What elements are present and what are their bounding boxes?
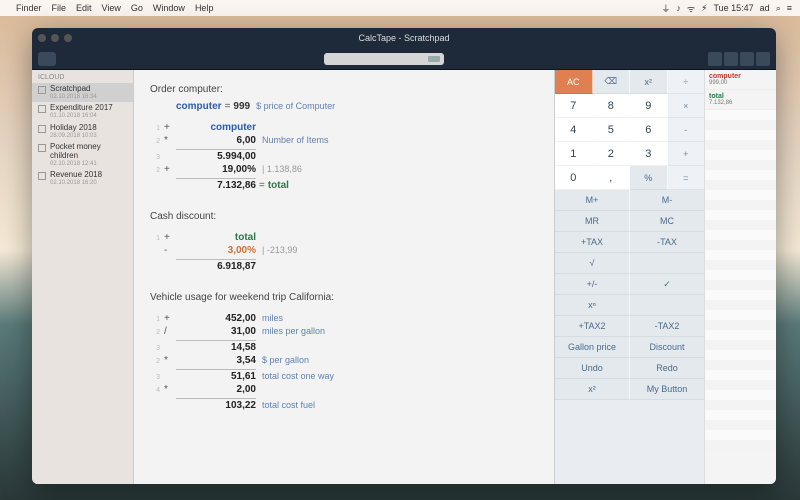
traffic-lights[interactable]: [38, 34, 72, 42]
sidebar-file[interactable]: Scratchpad02.10.2018 16:34: [32, 83, 133, 102]
file-sidebar: ICLOUD Scratchpad02.10.2018 16:34 Expend…: [32, 70, 134, 484]
key-3[interactable]: 3: [630, 142, 668, 166]
toolbar-seg-2[interactable]: [724, 52, 738, 66]
key-4[interactable]: 4: [555, 118, 593, 142]
key-multiply[interactable]: ×: [668, 94, 705, 118]
key-square2[interactable]: x²: [555, 379, 630, 400]
variable-item[interactable]: total7.132,86: [705, 90, 776, 110]
key-square[interactable]: x²: [630, 70, 668, 94]
key-decimal[interactable]: ,: [593, 166, 631, 190]
file-icon: [38, 125, 46, 133]
file-icon: [38, 105, 46, 113]
key-plus[interactable]: +: [668, 142, 705, 166]
calculation-tape[interactable]: Order computer: computer=999$ price of C…: [134, 70, 554, 484]
key-plustax[interactable]: +TAX: [555, 232, 630, 253]
menu-help[interactable]: Help: [195, 3, 214, 13]
notification-icon[interactable]: ≡: [787, 3, 792, 13]
key-5[interactable]: 5: [593, 118, 631, 142]
menu-view[interactable]: View: [102, 3, 121, 13]
key-plustax2[interactable]: +TAX2: [555, 316, 630, 337]
key-check[interactable]: ✓: [630, 274, 704, 295]
toolbar-display[interactable]: [324, 53, 444, 65]
section-heading: Order computer:: [150, 84, 538, 95]
key-mybutton[interactable]: My Button: [630, 379, 704, 400]
key-sqrt[interactable]: √: [555, 253, 630, 274]
key-mr[interactable]: MR: [555, 211, 630, 232]
menu-edit[interactable]: Edit: [76, 3, 92, 13]
key-minustax2[interactable]: -TAX2: [630, 316, 704, 337]
status-icon[interactable]: ⏚: [661, 2, 670, 15]
file-icon: [38, 172, 46, 180]
key-undo[interactable]: Undo: [555, 358, 630, 379]
key-redo[interactable]: Redo: [630, 358, 704, 379]
sidebar-section: ICLOUD: [32, 70, 133, 83]
menu-finder[interactable]: Finder: [16, 3, 42, 13]
key-blank[interactable]: [630, 253, 704, 274]
sidebar-file[interactable]: Revenue 201802.10.2018 16:20: [32, 169, 133, 188]
wifi-icon[interactable]: ᯤ: [687, 2, 695, 15]
status-icon[interactable]: ♪: [676, 3, 681, 13]
section-heading: Cash discount:: [150, 211, 538, 222]
key-ac[interactable]: AC: [555, 70, 593, 94]
menu-file[interactable]: File: [52, 3, 67, 13]
key-blank2[interactable]: [630, 295, 704, 316]
file-icon: [38, 144, 46, 152]
sidebar-file[interactable]: Expenditure 201701.10.2018 16:04: [32, 102, 133, 121]
toolbar: [32, 48, 776, 70]
key-equals[interactable]: =: [668, 166, 705, 190]
key-mplus[interactable]: M+: [555, 190, 630, 211]
key-power[interactable]: xⁿ: [555, 295, 630, 316]
calculator-keypad: AC ⌫ x² ÷ 7 8 9 × 4 5 6 - 1 2 3 +: [554, 70, 704, 484]
key-2[interactable]: 2: [593, 142, 631, 166]
toolbar-seg-3[interactable]: [740, 52, 754, 66]
toolbar-seg-1[interactable]: [708, 52, 722, 66]
menu-window[interactable]: Window: [153, 3, 185, 13]
app-window: CalcTape - Scratchpad ICLOUD Scratchpad0…: [32, 28, 776, 484]
key-1[interactable]: 1: [555, 142, 593, 166]
key-sign[interactable]: +/-: [555, 274, 630, 295]
user[interactable]: ad: [760, 3, 770, 13]
file-icon: [38, 86, 46, 94]
variable-item[interactable]: computer999,00: [705, 70, 776, 90]
window-title: CalcTape - Scratchpad: [32, 33, 776, 43]
sidebar-toggle[interactable]: [38, 52, 56, 66]
variables-panel: computer999,00 total7.132,86: [704, 70, 776, 484]
key-6[interactable]: 6: [630, 118, 668, 142]
clock[interactable]: Tue 15:47: [713, 3, 753, 13]
key-backspace[interactable]: ⌫: [593, 70, 631, 94]
menu-go[interactable]: Go: [131, 3, 143, 13]
key-gallon[interactable]: Gallon price: [555, 337, 630, 358]
toolbar-seg-4[interactable]: [756, 52, 770, 66]
titlebar: CalcTape - Scratchpad: [32, 28, 776, 48]
section-heading: Vehicle usage for weekend trip Californi…: [150, 292, 538, 303]
key-mc[interactable]: MC: [630, 211, 704, 232]
key-percent[interactable]: %: [630, 166, 668, 190]
battery-icon[interactable]: ⚡︎: [701, 3, 707, 14]
spotlight-icon[interactable]: ⌕: [776, 3, 781, 14]
key-minustax[interactable]: -TAX: [630, 232, 704, 253]
key-discount[interactable]: Discount: [630, 337, 704, 358]
key-7[interactable]: 7: [555, 94, 593, 118]
sidebar-file[interactable]: Pocket money children02.10.2018 12:41: [32, 141, 133, 169]
key-minus[interactable]: -: [668, 118, 705, 142]
macos-menubar: Finder File Edit View Go Window Help ⏚ ♪…: [0, 0, 800, 16]
key-mminus[interactable]: M-: [630, 190, 704, 211]
key-8[interactable]: 8: [593, 94, 631, 118]
key-divide[interactable]: ÷: [668, 70, 705, 94]
key-9[interactable]: 9: [630, 94, 668, 118]
key-0[interactable]: 0: [555, 166, 593, 190]
sidebar-file[interactable]: Holiday 201828.09.2018 10:03: [32, 122, 133, 141]
